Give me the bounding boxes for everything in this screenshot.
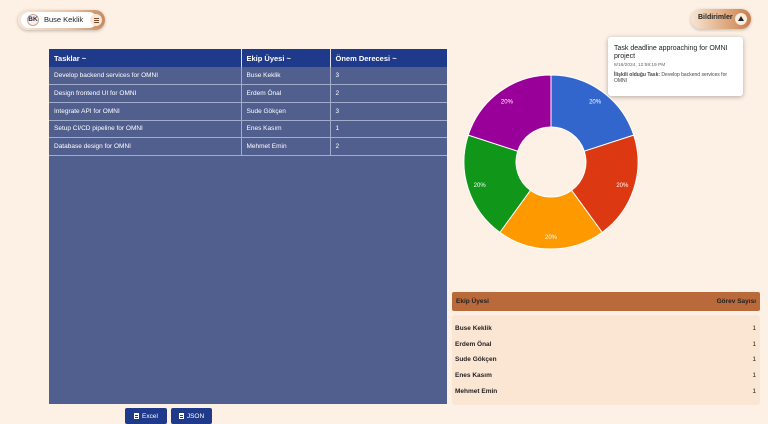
donut-slice-label: 20% <box>589 99 602 105</box>
donut-slice-label: 20% <box>545 235 558 241</box>
json-label: JSON <box>186 412 205 420</box>
priority-cell: 1 <box>330 120 447 139</box>
table-row[interactable]: Integrate API for OMNI Sude Gökçen 3 <box>49 102 447 121</box>
member-count: 1 <box>752 325 756 332</box>
task-distribution-donut-chart: 20% 20% 20% 20% 20% <box>463 74 639 250</box>
member-cell: Erdem Önal <box>241 84 331 103</box>
column-header-priority[interactable]: Önem Derecesi ~ <box>330 49 447 67</box>
list-item: Buse Keklik 1 <box>452 325 760 335</box>
notification-title: Task deadline approaching for OMNI proje… <box>614 45 728 60</box>
priority-cell: 3 <box>330 102 447 121</box>
member-header-count: Görev Sayısı <box>716 298 756 305</box>
list-item: Erdem Önal 1 <box>452 341 760 351</box>
member-name: Mehmet Emin <box>455 388 498 395</box>
file-icon <box>134 413 140 419</box>
avatar: BK <box>27 14 39 26</box>
task-cell: Database design for OMNI <box>49 137 242 156</box>
member-summary-header: Ekip Üyesi Görev Sayısı <box>452 292 760 311</box>
table-row[interactable]: Design frontend UI for OMNI Erdem Önal 2 <box>49 84 447 103</box>
priority-cell: 3 <box>330 67 447 86</box>
member-cell: Buse Keklik <box>241 67 331 86</box>
member-cell: Enes Kasım <box>241 120 331 139</box>
member-name: Buse Keklik <box>455 325 492 332</box>
member-name: Sude Gökçen <box>455 356 497 363</box>
user-profile-pill[interactable]: BK Buse Keklik <box>18 10 105 30</box>
task-table-panel: Tasklar ~ Ekip Üyesi ~ Önem Derecesi ~ D… <box>49 49 447 404</box>
member-name: Erdem Önal <box>455 341 492 348</box>
table-row[interactable]: Setup CI/CD pipeline for OMNI Enes Kasım… <box>49 120 447 139</box>
member-summary-list: Buse Keklik 1 Erdem Önal 1 Sude Gökçen 1… <box>452 315 760 405</box>
member-count: 1 <box>752 372 756 379</box>
table-row[interactable]: Develop backend services for OMNI Buse K… <box>49 67 447 86</box>
list-item: Mehmet Emin 1 <box>452 388 760 398</box>
priority-cell: 2 <box>330 84 447 103</box>
menu-icon[interactable] <box>90 14 102 26</box>
table-header-row: Tasklar ~ Ekip Üyesi ~ Önem Derecesi ~ <box>49 49 447 67</box>
user-name: Buse Keklik <box>44 15 84 24</box>
member-name: Enes Kasım <box>455 372 492 379</box>
donut-slice-label: 20% <box>501 99 514 105</box>
member-cell: Sude Gökçen <box>241 102 331 121</box>
list-item: Enes Kasım 1 <box>452 372 760 382</box>
user-pill-inner: BK Buse Keklik <box>21 12 97 28</box>
excel-export-button[interactable]: Excel <box>125 408 167 424</box>
notifications-button[interactable]: Bildirimler <box>691 9 751 29</box>
donut-slice-label: 20% <box>474 183 487 189</box>
excel-label: Excel <box>142 412 158 420</box>
task-table: Tasklar ~ Ekip Üyesi ~ Önem Derecesi ~ D… <box>49 49 447 156</box>
list-item: Sude Gökçen 1 <box>452 356 760 366</box>
column-header-tasks[interactable]: Tasklar ~ <box>49 49 242 67</box>
column-header-member[interactable]: Ekip Üyesi ~ <box>241 49 331 67</box>
task-cell: Develop backend services for OMNI <box>49 67 242 86</box>
member-cell: Mehmet Emin <box>241 137 331 156</box>
task-cell: Setup CI/CD pipeline for OMNI <box>49 120 242 139</box>
member-count: 1 <box>752 356 756 363</box>
priority-cell: 2 <box>330 137 447 156</box>
bell-icon[interactable] <box>735 13 747 25</box>
notifications-label: Bildirimler <box>698 14 733 21</box>
member-count: 1 <box>752 388 756 395</box>
donut-slice-label: 20% <box>616 183 629 189</box>
notification-date: 8/16/2024, 12:59:19 PM <box>614 63 666 68</box>
json-export-button[interactable]: JSON <box>171 408 212 424</box>
table-row[interactable]: Database design for OMNI Mehmet Emin 2 <box>49 137 447 156</box>
member-header-name: Ekip Üyesi <box>456 298 489 305</box>
file-icon <box>178 413 184 419</box>
member-count: 1 <box>752 341 756 348</box>
task-cell: Design frontend UI for OMNI <box>49 84 242 103</box>
task-cell: Integrate API for OMNI <box>49 102 242 121</box>
